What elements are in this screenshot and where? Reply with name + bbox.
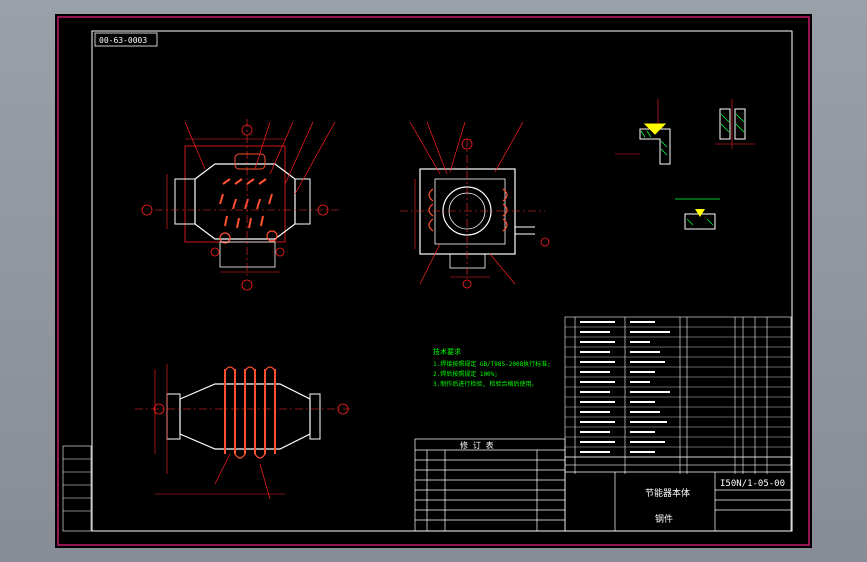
note-line-3: 3.制作后进行检验, 检验合格后使用。 (433, 380, 537, 388)
outer-border (57, 16, 810, 546)
drawing-sheet: 00-63-0003 技术要求 1.焊接按照规定 GB/T985-2008执行标… (55, 14, 812, 548)
part-name: 节能器本体 (645, 487, 690, 499)
top-left-tag: 00-63-0003 (99, 36, 147, 45)
weld-details (615, 99, 755, 230)
front-view (141, 119, 340, 291)
bottom-view (135, 364, 350, 500)
material: 钢件 (655, 513, 673, 525)
revision-title: 修 订 表 (460, 440, 494, 450)
parts-list (564, 316, 792, 474)
technical-notes: 技术要求 1.焊接按照规定 GB/T985-2008执行标准; 2.焊后按照规定… (433, 347, 551, 388)
cad-drawing: 00-63-0003 技术要求 1.焊接按照规定 GB/T985-2008执行标… (57, 16, 810, 546)
drawing-number: I50N/1-05-00 (720, 479, 785, 489)
note-line-1: 1.焊接按照规定 GB/T985-2008执行标准; (433, 360, 551, 368)
side-view (400, 121, 550, 289)
notes-title: 技术要求 (433, 347, 461, 356)
note-line-2: 2.焊后按照规定 100%; (433, 370, 498, 378)
signoff-strip (62, 445, 92, 532)
